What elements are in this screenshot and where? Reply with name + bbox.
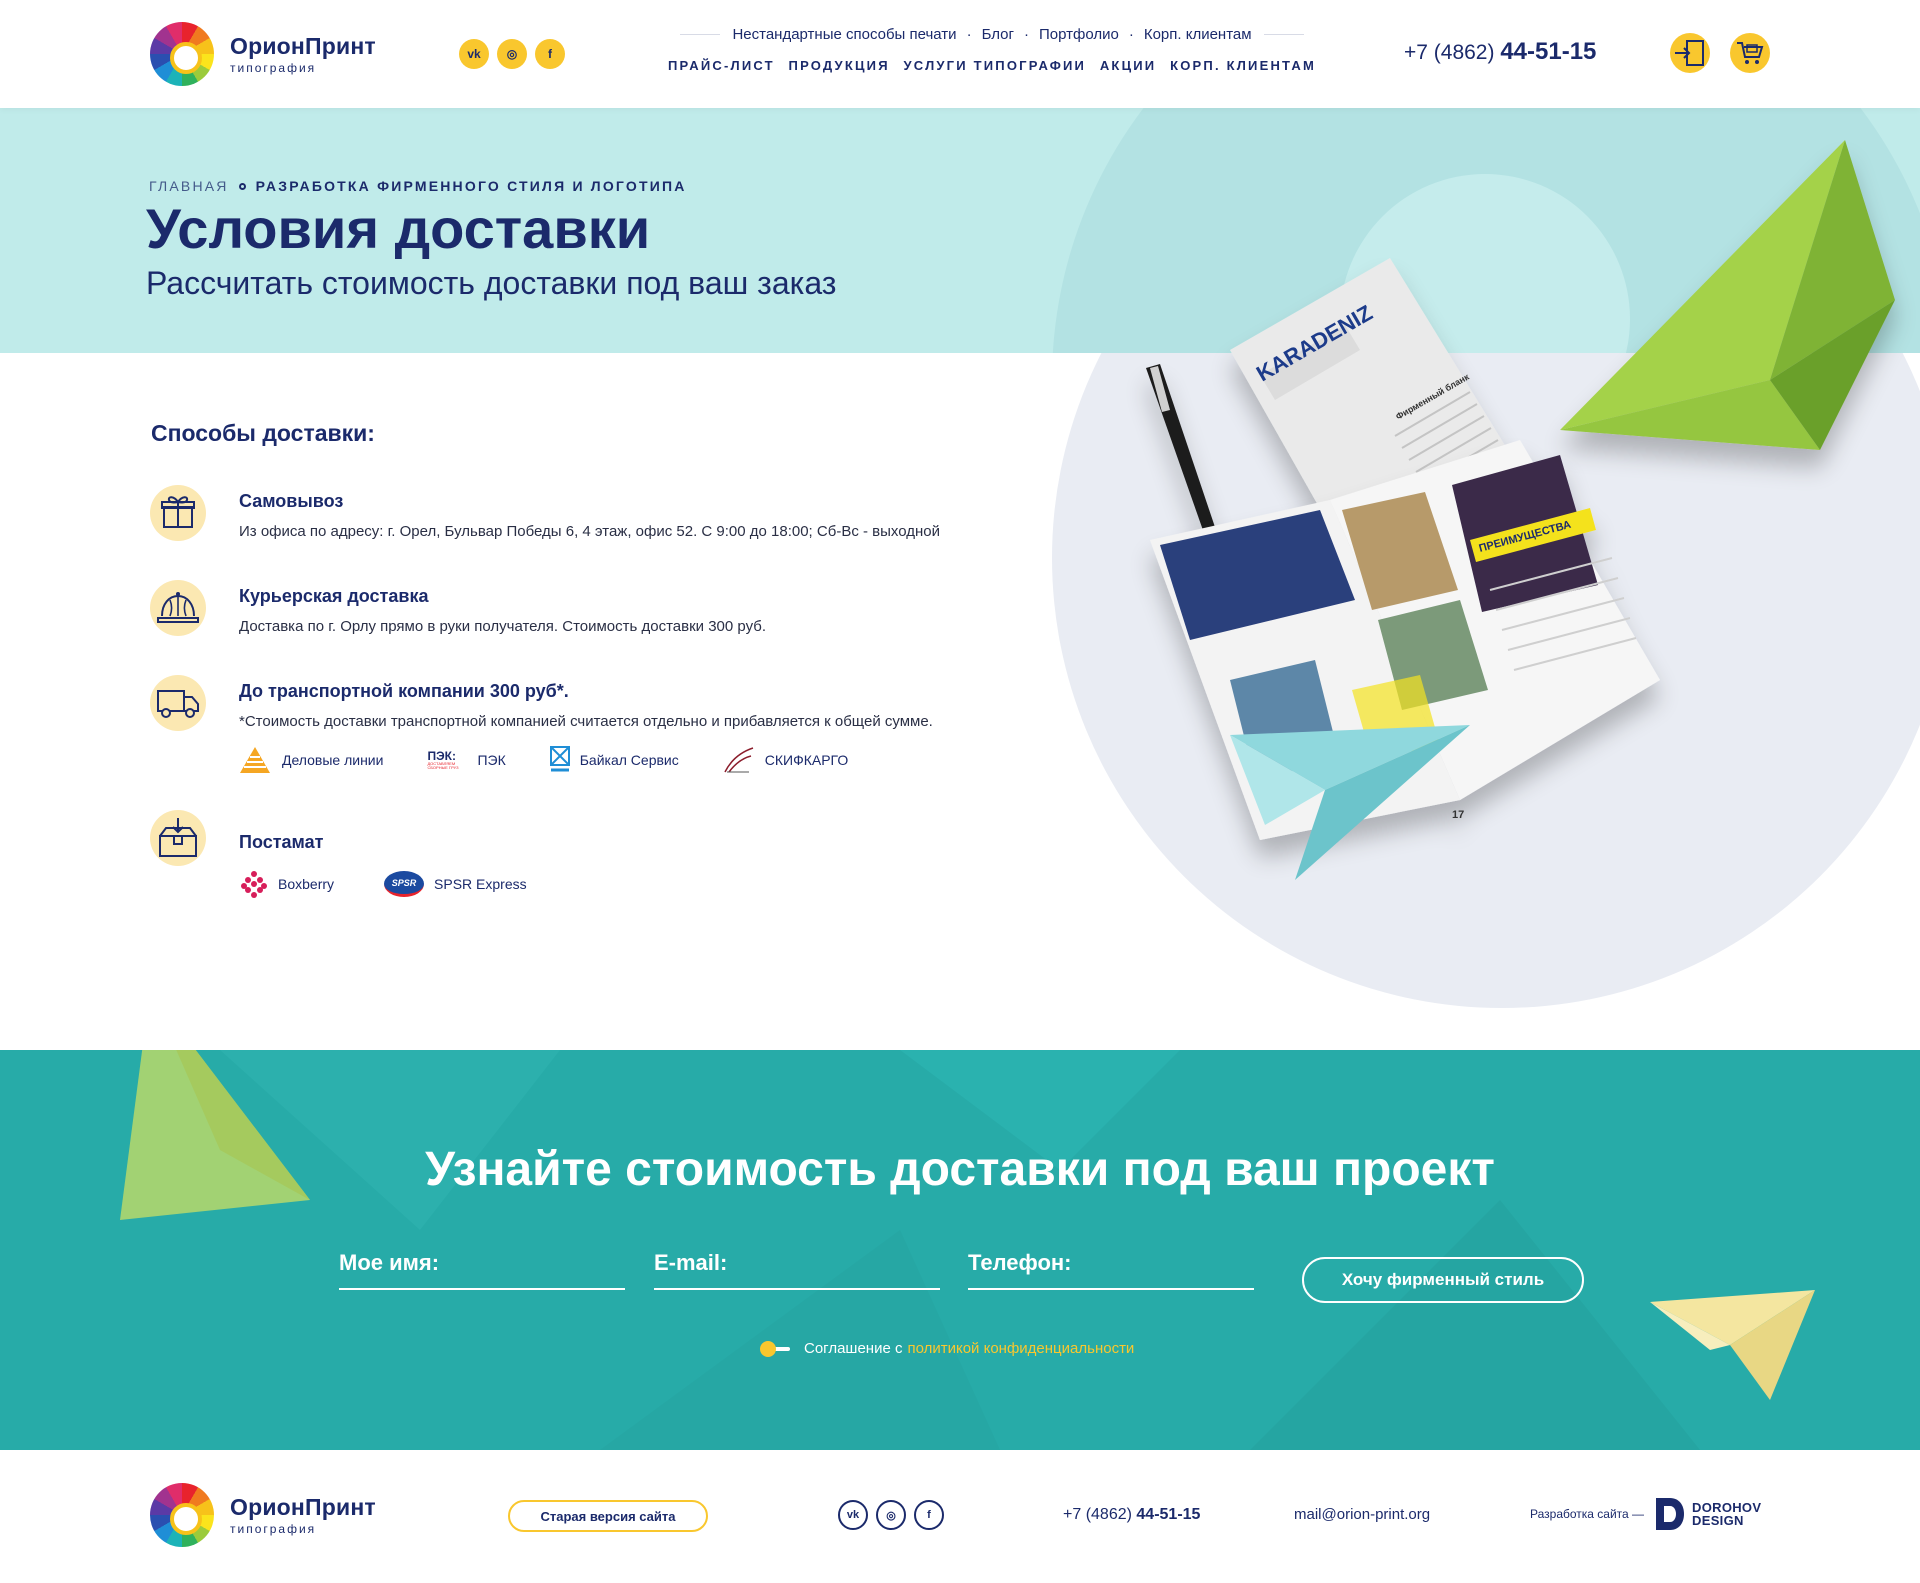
form-title: Узнайте стоимость доставки под ваш проек… (425, 1143, 1495, 1196)
footer-social: vk ◎ f (838, 1500, 944, 1530)
submit-button[interactable]: Хочу фирменный стиль (1302, 1257, 1584, 1303)
facebook-icon[interactable]: f (535, 39, 565, 69)
method-title: Самовывоз (239, 491, 344, 511)
nav-corporate-clients[interactable]: КОРП. КЛИЕНТАМ (1170, 58, 1316, 73)
breadcrumb-home[interactable]: ГЛАВНАЯ (149, 178, 229, 194)
baikal-logo-icon (549, 746, 570, 772)
developer-credit[interactable]: Разработка сайта — DOROHOV DESIGN (1530, 1496, 1761, 1532)
brand-name: ОрионПринт (230, 1493, 376, 1520)
cart-icon[interactable] (1730, 33, 1770, 73)
skifcargo-logo-icon (724, 747, 753, 773)
nav-price-list[interactable]: ПРАЙС-ЛИСТ (668, 58, 775, 73)
nav-corporate[interactable]: Корп. клиентам (1144, 26, 1252, 43)
postamat-spsr-express[interactable]: SPSR SPSR Express (384, 871, 527, 897)
page-title: Условия доставки (146, 197, 651, 260)
breadcrumb-separator-icon (238, 182, 246, 190)
vk-icon[interactable]: vk (838, 1500, 868, 1530)
truck-icon (150, 675, 206, 731)
site-footer: ОрионПринт типография Старая версия сайт… (0, 1450, 1920, 1583)
pek-logo-icon: ПЭК: ДОСТАВЛЯЕМ СБОРНЫЕ ГРУЗ (427, 749, 459, 770)
developer-label: Разработка сайта — (1530, 1507, 1645, 1521)
email-field (654, 1250, 940, 1290)
instagram-icon[interactable]: ◎ (497, 39, 527, 69)
brand-name: ОрионПринт (230, 32, 376, 59)
spsr-logo-icon: SPSR (384, 871, 425, 897)
header-phone[interactable]: +7 (4862) 44-51-15 (1404, 38, 1596, 66)
site-header: ОрионПринт типография vk ◎ f Нестандартн… (0, 0, 1920, 108)
divider (1263, 34, 1304, 35)
name-field (339, 1250, 625, 1290)
breadcrumb-current: РАЗРАБОТКА ФИРМЕННОГО СТИЛЯ И ЛОГОТИПА (255, 178, 687, 194)
parcel-box-icon (150, 810, 206, 866)
carrier-skifcargo[interactable]: СКИФКАРГО (723, 746, 848, 774)
facebook-icon[interactable]: f (914, 1500, 944, 1530)
transport-companies: Деловые линии ПЭК: ДОСТАВЛЯЕМ СБОРНЫЕ ГРУ… (238, 745, 892, 775)
carrier-pek[interactable]: ПЭК: ДОСТАВЛЯЕМ СБОРНЫЕ ГРУЗ ПЭК (427, 750, 505, 770)
instagram-icon[interactable]: ◎ (876, 1500, 906, 1530)
boxberry-logo-icon (241, 871, 267, 898)
phone-field (968, 1250, 1254, 1290)
method-description: *Стоимость доставки транспортной компани… (239, 713, 933, 730)
brand-sub: типография (230, 1521, 317, 1536)
gift-box-icon (150, 485, 206, 541)
main-nav: ПРАЙС-ЛИСТ ПРОДУКЦИЯ УСЛУГИ ТИПОГРАФИИ А… (668, 58, 1316, 73)
old-version-button[interactable]: Старая версия сайта (508, 1500, 708, 1532)
carrier-delovye-linii[interactable]: Деловые линии (238, 745, 383, 775)
header-social: vk ◎ f (459, 39, 565, 69)
secondary-nav: Нестандартные способы печати · Блог · По… (668, 26, 1316, 43)
nav-promotions[interactable]: АКЦИИ (1100, 58, 1157, 73)
page-subtitle: Рассчитать стоимость доставки под ваш за… (146, 265, 837, 301)
method-title: Курьерская доставка (239, 586, 429, 606)
nav-services[interactable]: УСЛУГИ ТИПОГРАФИИ (904, 58, 1087, 73)
privacy-agreement: Соглашение с политикой конфиденциальност… (760, 1340, 1134, 1357)
color-wheel-icon (150, 22, 214, 86)
privacy-policy-link[interactable]: политикой конфиденциальности (907, 1340, 1134, 1357)
method-title: До транспортной компании 300 руб*. (239, 681, 569, 701)
paper-plane-yellow-icon (1650, 1290, 1815, 1400)
footer-email[interactable]: mail@orion-print.org (1294, 1506, 1430, 1523)
agreement-toggle[interactable] (760, 1340, 790, 1357)
brand-logo[interactable]: ОрионПринт типография (150, 22, 376, 86)
nav-blog[interactable]: Блог (982, 26, 1014, 43)
phone-input[interactable] (968, 1250, 1254, 1276)
color-wheel-icon (150, 1483, 214, 1547)
breadcrumb: ГЛАВНАЯ РАЗРАБОТКА ФИРМЕННОГО СТИЛЯ И ЛО… (149, 178, 687, 194)
agreement-text: Соглашение с (804, 1340, 903, 1357)
footer-phone[interactable]: +7 (4862) 44-51-15 (1063, 1506, 1200, 1524)
cost-request-section: Узнайте стоимость доставки под ваш проек… (0, 1050, 1920, 1450)
delivery-section-title: Способы доставки: (151, 420, 375, 446)
divider (680, 34, 721, 35)
vk-icon[interactable]: vk (459, 39, 489, 69)
carrier-baikal-service[interactable]: Байкал Сервис (549, 746, 679, 774)
method-description: Из офиса по адресу: г. Орел, Бульвар Поб… (239, 523, 941, 540)
postamat-services: Boxberry SPSR SPSR Express (240, 870, 571, 898)
nav-products[interactable]: ПРОДУКЦИЯ (789, 58, 890, 73)
name-input[interactable] (339, 1250, 625, 1276)
delovye-linii-logo-icon (240, 747, 270, 773)
footer-brand-logo[interactable]: ОрионПринт типография (150, 1483, 376, 1547)
method-description: Доставка по г. Орлу прямо в руки получат… (239, 618, 767, 635)
email-input[interactable] (654, 1250, 940, 1276)
nav-portfolio[interactable]: Портфолио (1039, 26, 1119, 43)
dorohov-logo-icon (1656, 1498, 1685, 1530)
brand-sub: типография (230, 60, 317, 75)
method-title: Постамат (239, 832, 324, 852)
courier-cap-icon (150, 580, 206, 636)
nav-nonstandard-printing[interactable]: Нестандартные способы печати (732, 26, 956, 43)
login-icon[interactable] (1670, 33, 1710, 73)
postamat-boxberry[interactable]: Boxberry (240, 870, 334, 898)
